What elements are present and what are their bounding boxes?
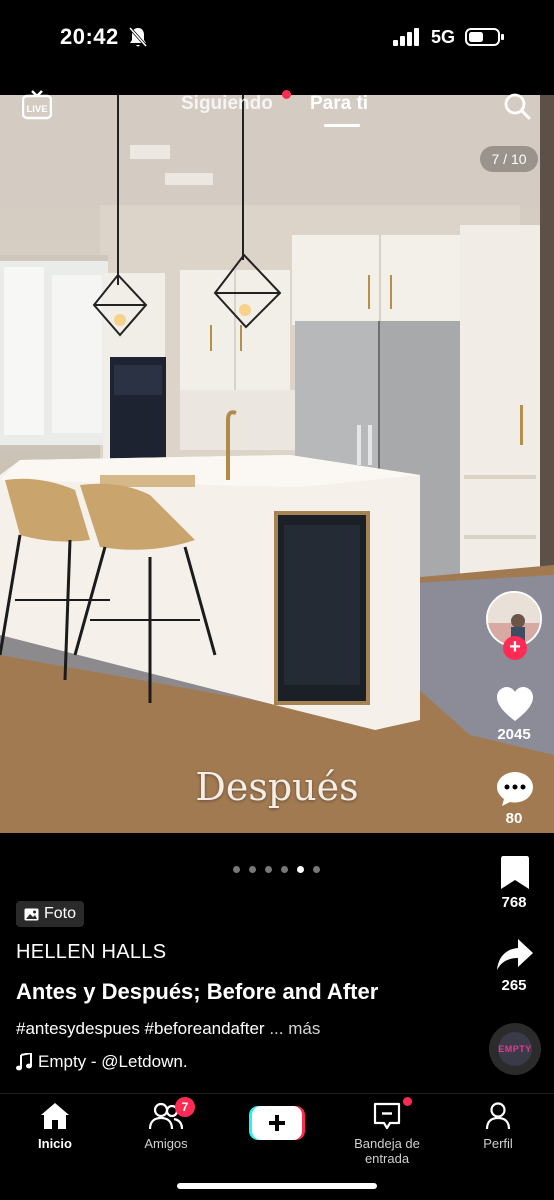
hashtags-text[interactable]: #antesydespues #beforeandafter bbox=[16, 1019, 265, 1038]
music-disc-label: EMPTY bbox=[498, 1032, 532, 1066]
carousel-indicator bbox=[233, 866, 323, 874]
nav-friends[interactable]: 7 Amigos bbox=[111, 1094, 221, 1154]
nav-friends-label: Amigos bbox=[144, 1136, 188, 1151]
signal-icon bbox=[393, 28, 419, 46]
network-label: 5G bbox=[431, 27, 456, 47]
status-bar: 20:42 5G bbox=[0, 0, 554, 80]
comment-count: 80 bbox=[505, 810, 523, 827]
tab-for-you[interactable]: Para ti bbox=[310, 93, 368, 115]
author-name[interactable]: HELLEN HALLS bbox=[16, 941, 166, 964]
share-icon[interactable] bbox=[496, 938, 534, 972]
carousel-dot bbox=[281, 866, 288, 873]
tab-following[interactable]: Siguiendo bbox=[181, 93, 273, 115]
nav-home-label: Inicio bbox=[38, 1136, 72, 1151]
image-icon bbox=[24, 908, 39, 920]
carousel-dot bbox=[249, 866, 256, 873]
status-time: 20:42 bbox=[60, 24, 119, 49]
like-count: 2045 bbox=[497, 726, 531, 743]
carousel-dot bbox=[233, 866, 240, 873]
create-icon[interactable] bbox=[249, 1106, 305, 1140]
bell-muted-icon bbox=[128, 27, 148, 47]
post-hashtags[interactable]: #antesydespues #beforeandafter ... más bbox=[16, 1019, 320, 1039]
photo-type-badge: Foto bbox=[16, 901, 85, 927]
photo-caption: Después bbox=[195, 765, 359, 809]
nav-profile-label: Perfil bbox=[483, 1136, 513, 1151]
active-tab-indicator bbox=[324, 124, 360, 127]
nav-inbox-label: Bandeja de entrada bbox=[354, 1136, 420, 1166]
post-title: Antes y Después; Before and After bbox=[16, 979, 379, 1004]
home-icon bbox=[41, 1103, 69, 1129]
music-note-icon bbox=[16, 1053, 32, 1071]
more-link[interactable]: ... más bbox=[269, 1019, 320, 1038]
search-icon[interactable] bbox=[503, 92, 531, 120]
nav-inbox[interactable]: Bandeja de entrada bbox=[332, 1094, 442, 1166]
inbox-icon bbox=[373, 1102, 401, 1130]
kitchen-photo-illustration bbox=[0, 95, 554, 833]
carousel-dot bbox=[297, 866, 304, 873]
nav-home[interactable]: Inicio bbox=[0, 1094, 110, 1154]
sound-row[interactable]: Empty - @Letdown. bbox=[16, 1052, 188, 1072]
sound-name[interactable]: Empty - @Letdown. bbox=[38, 1052, 188, 1072]
friends-badge: 7 bbox=[175, 1097, 195, 1117]
profile-icon bbox=[485, 1102, 511, 1130]
bookmark-count: 768 bbox=[501, 894, 527, 911]
home-indicator bbox=[177, 1183, 377, 1189]
battery-icon bbox=[465, 28, 504, 46]
photo-counter: 7 / 10 bbox=[480, 146, 538, 172]
photo-type-label: Foto bbox=[44, 905, 77, 922]
like-icon[interactable] bbox=[496, 687, 534, 723]
carousel-dot bbox=[313, 866, 320, 873]
carousel-dot bbox=[265, 866, 272, 873]
feed-tabs: Siguiendo Para ti bbox=[0, 90, 554, 133]
bookmark-icon[interactable] bbox=[500, 856, 530, 890]
post-photo[interactable]: Después bbox=[0, 95, 554, 833]
following-notification-dot bbox=[282, 90, 291, 99]
follow-button[interactable]: + bbox=[503, 636, 527, 660]
music-disc[interactable]: EMPTY bbox=[489, 1023, 541, 1075]
share-count: 265 bbox=[501, 977, 527, 994]
inbox-notification-dot bbox=[403, 1097, 412, 1106]
nav-profile[interactable]: Perfil bbox=[443, 1094, 553, 1154]
comment-icon[interactable] bbox=[496, 771, 534, 807]
